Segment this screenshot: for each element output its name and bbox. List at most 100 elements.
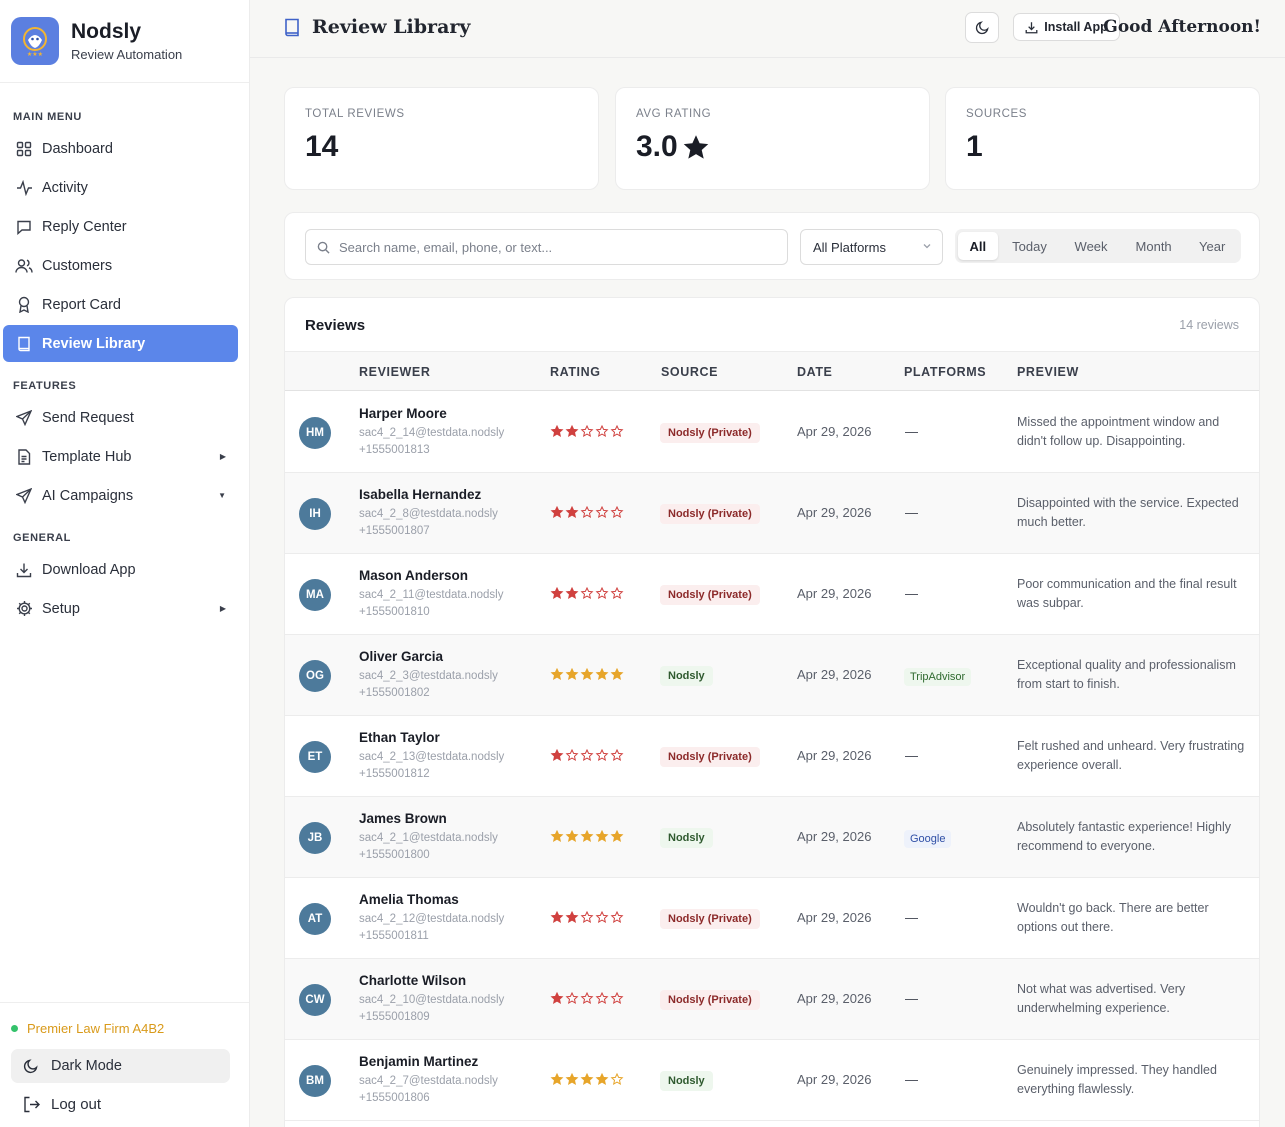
range-tab-month[interactable]: Month xyxy=(1121,232,1187,260)
brand[interactable]: ★★★ Nodsly Review Automation xyxy=(0,0,249,83)
reviewer-name[interactable]: Harper Moore xyxy=(359,406,447,421)
range-tab-year[interactable]: Year xyxy=(1186,232,1238,260)
reviewer-name[interactable]: Benjamin Martinez xyxy=(359,1054,478,1069)
star-filled-icon xyxy=(565,911,579,923)
platform-empty: — xyxy=(905,991,918,1006)
table-row[interactable]: HM Harper Moore sac4_2_14@testdata.nodsly +… xyxy=(285,392,1259,473)
sidebar-item-ai-campaigns[interactable]: AI Campaigns ▼ xyxy=(3,477,238,514)
review-date: Apr 29, 2026 xyxy=(797,1072,872,1087)
platform-tag: Google xyxy=(904,830,952,848)
column-header-platforms[interactable]: PLATFORMS xyxy=(904,365,986,379)
reviewer-name[interactable]: James Brown xyxy=(359,811,447,826)
range-tab-week[interactable]: Week xyxy=(1061,232,1121,260)
column-header-date[interactable]: DATE xyxy=(797,365,833,379)
column-header-preview[interactable]: PREVIEW xyxy=(1017,365,1079,379)
stat-value: 1 xyxy=(966,130,983,163)
table-row[interactable]: AT Amelia Thomas sac4_2_12@testdata.nodsly… xyxy=(285,878,1259,959)
star-filled-icon xyxy=(550,830,564,842)
reviewer-email: sac4_2_1@testdata.nodsly xyxy=(359,832,498,844)
section-main-menu: MAIN MENU xyxy=(13,111,82,123)
star-empty-icon xyxy=(610,425,624,437)
avatar: BM xyxy=(299,1065,331,1097)
table-row[interactable]: ET Ethan Taylor sac4_2_13@testdata.nodsly +… xyxy=(285,716,1259,797)
logout-label: Log out xyxy=(51,1096,102,1113)
message-icon xyxy=(15,218,33,236)
star-filled-icon xyxy=(550,506,564,518)
star-filled-icon xyxy=(595,830,609,842)
table-row[interactable]: OG Oliver Garcia sac4_2_3@testdata.nodsly +… xyxy=(285,635,1259,716)
logout-button[interactable]: Log out xyxy=(23,1096,101,1113)
sidebar-item-download-app[interactable]: Download App xyxy=(3,551,238,588)
sidebar-item-label: AI Campaigns xyxy=(42,487,134,504)
source-badge: Nodsly (Private) xyxy=(660,585,760,605)
sidebar-item-report-card[interactable]: Report Card xyxy=(3,286,238,323)
sidebar-item-label: Reply Center xyxy=(42,218,127,235)
star-icon xyxy=(682,134,710,161)
reviewer-name[interactable]: Mason Anderson xyxy=(359,568,468,583)
reviewer-name[interactable]: Isabella Hernandez xyxy=(359,487,481,502)
send-icon xyxy=(15,487,33,505)
reviewer-email: sac4_2_14@testdata.nodsly xyxy=(359,427,505,439)
reviewer-name[interactable]: Ethan Taylor xyxy=(359,730,440,745)
star-filled-icon xyxy=(550,992,564,1004)
reviewer-name[interactable]: Charlotte Wilson xyxy=(359,973,466,988)
table-row[interactable]: MA Mason Anderson sac4_2_11@testdata.nodsl… xyxy=(285,554,1259,635)
reviewer-name[interactable]: Amelia Thomas xyxy=(359,892,459,907)
table-row[interactable]: BM Benjamin Martinez sac4_2_7@testdata.nod… xyxy=(285,1040,1259,1121)
theme-toggle-button[interactable] xyxy=(965,12,999,43)
platform-empty: — xyxy=(905,748,918,763)
table-row[interactable]: CW Charlotte Wilson sac4_2_10@testdata.nod… xyxy=(285,959,1259,1040)
star-empty-icon xyxy=(580,992,594,1004)
sidebar-item-dashboard[interactable]: Dashboard xyxy=(3,130,238,167)
search-box[interactable] xyxy=(305,229,788,265)
star-filled-icon xyxy=(550,911,564,923)
star-filled-icon xyxy=(550,1073,564,1085)
caret-right-icon: ▶ xyxy=(219,452,226,461)
range-tab-today[interactable]: Today xyxy=(998,232,1062,260)
firm-indicator[interactable]: Premier Law Firm A4B2 xyxy=(11,1021,164,1036)
sidebar-item-label: Report Card xyxy=(42,296,121,313)
platform-empty: — xyxy=(905,424,918,439)
avatar: OG xyxy=(299,660,331,692)
reviewer-name[interactable]: Oliver Garcia xyxy=(359,649,443,664)
column-header-source[interactable]: SOURCE xyxy=(661,365,718,379)
review-date: Apr 29, 2026 xyxy=(797,505,872,520)
stat-card-sources: SOURCES 1 xyxy=(945,87,1260,190)
table-row[interactable]: JB James Brown sac4_2_1@testdata.nodsly +15… xyxy=(285,797,1259,878)
table-row[interactable]: IH Isabella Hernandez sac4_2_8@testdata.no… xyxy=(285,473,1259,554)
sidebar-item-customers[interactable]: Customers xyxy=(3,247,238,284)
column-header-reviewer[interactable]: REVIEWER xyxy=(359,365,430,379)
column-header-rating[interactable]: RATING xyxy=(550,365,601,379)
avatar: JB xyxy=(299,822,331,854)
reviewer-email: sac4_2_12@testdata.nodsly xyxy=(359,913,505,925)
review-date: Apr 29, 2026 xyxy=(797,424,872,439)
search-input[interactable] xyxy=(339,239,759,255)
source-badge: Nodsly (Private) xyxy=(660,504,760,524)
sidebar-item-review-library[interactable]: Review Library xyxy=(3,325,238,362)
review-preview: Missed the appointment window and didn't… xyxy=(1017,415,1220,448)
rating-stars xyxy=(550,830,625,843)
rating-stars xyxy=(550,668,625,681)
reviewer-email: sac4_2_7@testdata.nodsly xyxy=(359,1075,498,1087)
platform-select[interactable]: All Platforms xyxy=(800,229,943,265)
rating-stars xyxy=(550,506,625,519)
source-badge: Nodsly (Private) xyxy=(660,423,760,443)
sidebar-item-activity[interactable]: Activity xyxy=(3,169,238,206)
sidebar-item-reply-center[interactable]: Reply Center xyxy=(3,208,238,245)
review-date: Apr 29, 2026 xyxy=(797,829,872,844)
platform-empty: — xyxy=(905,586,918,601)
platform-select-value: All Platforms xyxy=(813,239,886,255)
sidebar-item-setup[interactable]: Setup ▶ xyxy=(3,590,238,627)
source-badge: Nodsly (Private) xyxy=(660,990,760,1010)
review-preview: Absolutely fantastic experience! Highly … xyxy=(1017,820,1232,853)
dark-mode-label: Dark Mode xyxy=(51,1058,122,1074)
dark-mode-button[interactable]: Dark Mode xyxy=(11,1049,230,1083)
range-tab-all[interactable]: All xyxy=(958,232,998,260)
star-filled-icon xyxy=(565,506,579,518)
review-count: 14 reviews xyxy=(1179,318,1239,332)
section-features: FEATURES xyxy=(13,380,77,392)
rating-stars xyxy=(550,992,625,1005)
sidebar-item-send-request[interactable]: Send Request xyxy=(3,399,238,436)
sidebar-item-template-hub[interactable]: Template Hub ▶ xyxy=(3,438,238,475)
rating-stars xyxy=(550,425,625,438)
